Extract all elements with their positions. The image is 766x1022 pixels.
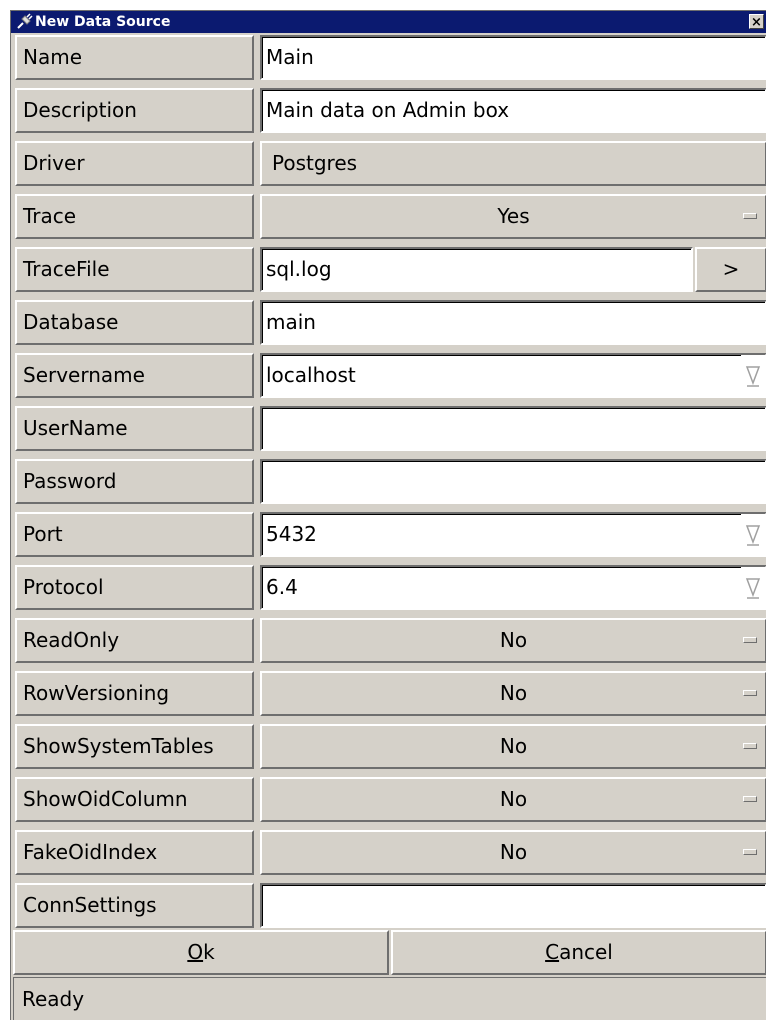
- row-database: Database main: [11, 298, 766, 347]
- title-bar[interactable]: New Data Source ×: [11, 11, 766, 33]
- plug-icon: [17, 13, 33, 29]
- description-field[interactable]: Main data on Admin box: [260, 88, 766, 133]
- close-button[interactable]: ×: [749, 14, 764, 30]
- showoidcolumn-option-menu[interactable]: No: [260, 777, 766, 822]
- readonly-value: No: [499, 628, 528, 652]
- row-port: Port 5432: [11, 510, 766, 559]
- description-label: Description: [15, 88, 254, 133]
- option-indicator-icon: [743, 690, 757, 696]
- fakeoidindex-value: No: [499, 840, 528, 864]
- row-protocol: Protocol 6.4: [11, 563, 766, 612]
- row-rowversioning: RowVersioning No: [11, 669, 766, 718]
- cancel-label-rest: ancel: [559, 940, 613, 964]
- trace-value: Yes: [497, 204, 530, 228]
- option-indicator-icon: [743, 743, 757, 749]
- row-showsystemtables: ShowSystemTables No: [11, 722, 766, 771]
- servername-label: Servername: [15, 353, 254, 398]
- row-description: Description Main data on Admin box: [11, 86, 766, 135]
- row-password: Password: [11, 457, 766, 506]
- username-label: UserName: [15, 406, 254, 451]
- rowversioning-option-menu[interactable]: No: [260, 671, 766, 716]
- cancel-mnemonic: C: [545, 940, 560, 964]
- new-data-source-dialog: New Data Source × Name Main Description …: [10, 10, 766, 1020]
- username-field[interactable]: [260, 406, 766, 451]
- row-showoidcolumn: ShowOidColumn No: [11, 775, 766, 824]
- protocol-label: Protocol: [15, 565, 254, 610]
- protocol-combo[interactable]: 6.4: [260, 565, 766, 610]
- row-servername: Servername localhost: [11, 351, 766, 400]
- chevron-down-icon[interactable]: [741, 355, 765, 396]
- window-title: New Data Source: [35, 14, 171, 30]
- database-field[interactable]: main: [260, 300, 766, 345]
- row-username: UserName: [11, 404, 766, 453]
- option-indicator-icon: [743, 849, 757, 855]
- connsettings-field[interactable]: [260, 883, 766, 928]
- row-connsettings: ConnSettings: [11, 881, 766, 930]
- servername-value: localhost: [266, 363, 356, 387]
- showoidcolumn-label: ShowOidColumn: [15, 777, 254, 822]
- name-label: Name: [15, 35, 254, 80]
- ok-label-rest: k: [203, 940, 215, 964]
- database-label: Database: [15, 300, 254, 345]
- row-driver: Driver Postgres: [11, 139, 766, 188]
- name-field[interactable]: Main: [260, 35, 766, 80]
- chevron-down-icon[interactable]: [741, 567, 765, 608]
- status-bar: Ready: [13, 977, 766, 1020]
- trace-label: Trace: [15, 194, 254, 239]
- cancel-button[interactable]: Cancel: [391, 930, 766, 975]
- port-value: 5432: [266, 522, 317, 546]
- showoidcolumn-value: No: [499, 787, 528, 811]
- close-icon: ×: [751, 15, 762, 30]
- password-label: Password: [15, 459, 254, 504]
- readonly-option-menu[interactable]: No: [260, 618, 766, 663]
- ok-button[interactable]: Ok: [13, 930, 389, 975]
- protocol-value: 6.4: [266, 575, 298, 599]
- readonly-label: ReadOnly: [15, 618, 254, 663]
- tracefile-field[interactable]: sql.log: [260, 247, 693, 292]
- trace-option-menu[interactable]: Yes: [260, 194, 766, 239]
- port-label: Port: [15, 512, 254, 557]
- option-indicator-icon: [743, 637, 757, 643]
- driver-value: Postgres: [260, 141, 766, 186]
- row-tracefile: TraceFile sql.log >: [11, 245, 766, 294]
- rowversioning-label: RowVersioning: [15, 671, 254, 716]
- ok-mnemonic: O: [187, 940, 204, 964]
- row-readonly: ReadOnly No: [11, 616, 766, 665]
- servername-combo[interactable]: localhost: [260, 353, 766, 398]
- row-trace: Trace Yes: [11, 192, 766, 241]
- showsystemtables-option-menu[interactable]: No: [260, 724, 766, 769]
- password-field[interactable]: [260, 459, 766, 504]
- tracefile-browse-button[interactable]: >: [695, 247, 766, 292]
- option-indicator-icon: [743, 213, 757, 219]
- fakeoidindex-option-menu[interactable]: No: [260, 830, 766, 875]
- fakeoidindex-label: FakeOidIndex: [15, 830, 254, 875]
- connsettings-label: ConnSettings: [15, 883, 254, 928]
- row-name: Name Main: [11, 33, 766, 82]
- port-combo[interactable]: 5432: [260, 512, 766, 557]
- tracefile-label: TraceFile: [15, 247, 254, 292]
- button-row: Ok Cancel: [11, 930, 766, 977]
- chevron-down-icon[interactable]: [741, 514, 765, 555]
- driver-label: Driver: [15, 141, 254, 186]
- rowversioning-value: No: [499, 681, 528, 705]
- showsystemtables-value: No: [499, 734, 528, 758]
- option-indicator-icon: [743, 796, 757, 802]
- showsystemtables-label: ShowSystemTables: [15, 724, 254, 769]
- row-fakeoidindex: FakeOidIndex No: [11, 828, 766, 877]
